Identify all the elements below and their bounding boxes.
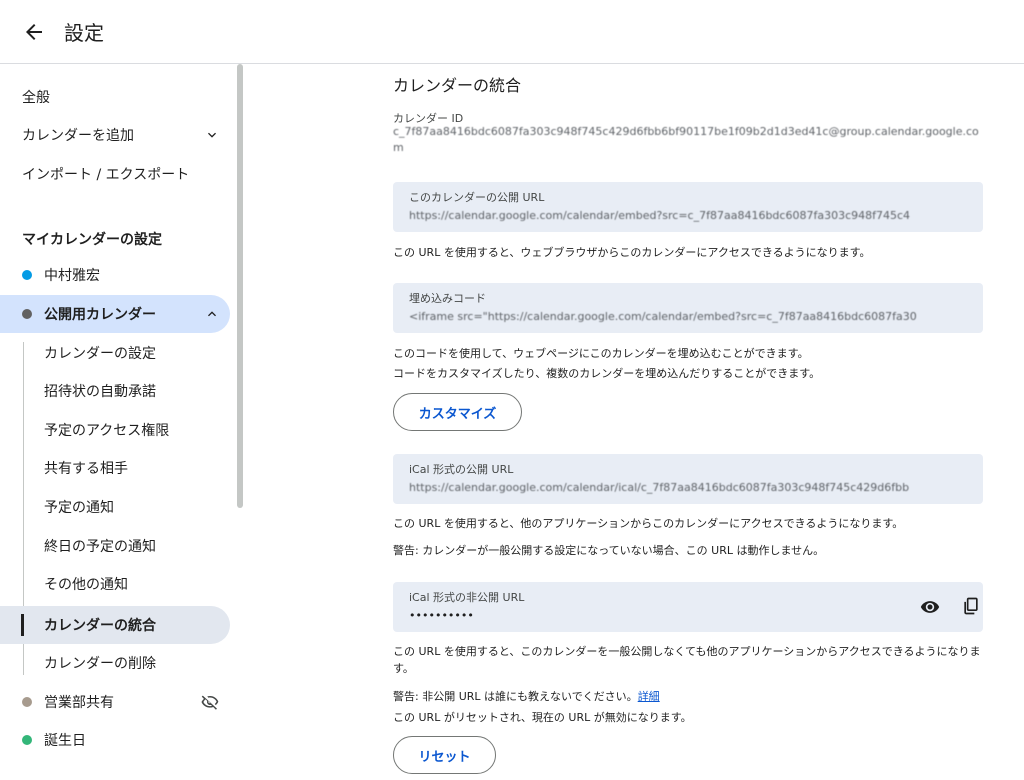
sidebar-item-add-calendar[interactable]: カレンダーを追加: [0, 116, 230, 154]
calendar-color-dot: [22, 309, 32, 319]
eye-icon[interactable]: [920, 597, 940, 617]
calendar-id-value: c_7f87aa8416bdc6087fa303c948f745c429d6fb…: [393, 125, 979, 154]
sidebar-subitem-calendar-settings[interactable]: カレンダーの設定: [0, 334, 230, 372]
sidebar-item-label: カレンダーの統合: [44, 618, 156, 634]
ical-public-url-description: この URL を使用すると、他のアプリケーションからこのカレンダーにアクセスでき…: [393, 517, 904, 530]
sidebar-calendar-sales-shared[interactable]: 営業部共有: [0, 683, 230, 721]
ical-public-url-label: iCal 形式の公開 URL: [409, 463, 514, 476]
ical-private-url-field[interactable]: iCal 形式の非公開 URL ••••••••••: [393, 582, 983, 632]
sidebar-item-label: カレンダーの削除: [44, 656, 156, 672]
sidebar-calendar-nakamura[interactable]: 中村雅宏: [0, 256, 230, 294]
sidebar-item-label: インポート / エクスポート: [22, 167, 190, 183]
sidebar-scrollbar[interactable]: [237, 64, 243, 508]
sidebar-subitem-event-notifications[interactable]: 予定の通知: [0, 488, 230, 526]
sidebar-item-general[interactable]: 全般: [0, 78, 230, 116]
copy-icon[interactable]: [961, 596, 981, 616]
current-indicator: [21, 614, 24, 636]
embed-code-description: このコードを使用して、ウェブページにこのカレンダーを埋め込むことができます。: [393, 347, 809, 360]
sidebar-item-import-export[interactable]: インポート / エクスポート: [0, 155, 230, 193]
ical-public-url-warning: 警告: カレンダーが一般公開する設定になっていない場合、この URL は動作しま…: [393, 544, 825, 557]
sidebar-item-label: 終日の予定の通知: [44, 539, 156, 555]
sidebar-calendar-public[interactable]: 公開用カレンダー: [0, 295, 230, 333]
chevron-up-icon: [208, 311, 216, 317]
sidebar-item-label: 全般: [22, 90, 50, 106]
embed-code-label: 埋め込みコード: [409, 292, 486, 305]
ical-public-url-field[interactable]: iCal 形式の公開 URL https://calendar.google.c…: [393, 454, 983, 504]
public-url-label: このカレンダーの公開 URL: [409, 191, 545, 204]
sidebar-subitem-other-notifications[interactable]: その他の通知: [0, 565, 230, 603]
sidebar-item-label: 共有する相手: [44, 461, 128, 477]
my-calendars-header: マイカレンダーの設定: [22, 232, 162, 248]
public-url-description: この URL を使用すると、ウェブブラウザからこのカレンダーにアクセスできるよう…: [393, 246, 871, 259]
eye-off-icon[interactable]: [201, 693, 219, 711]
reset-button[interactable]: リセット: [393, 736, 496, 774]
sidebar-item-label: カレンダーの設定: [44, 346, 156, 362]
sidebar-subitem-auto-accept[interactable]: 招待状の自動承諾: [0, 372, 230, 410]
sidebar-subitem-allday-notifications[interactable]: 終日の予定の通知: [0, 527, 230, 565]
sidebar-subitem-share-with[interactable]: 共有する相手: [0, 449, 230, 487]
ical-private-url-label: iCal 形式の非公開 URL: [409, 591, 525, 604]
page-title: 設定: [64, 21, 104, 45]
customize-button[interactable]: カスタマイズ: [393, 393, 522, 431]
sidebar-subitem-delete-calendar[interactable]: カレンダーの削除: [0, 644, 230, 682]
sidebar-subitem-integrate-calendar[interactable]: カレンダーの統合: [0, 606, 230, 644]
reset-note: この URL がリセットされ、現在の URL が無効になります。: [393, 711, 692, 724]
sidebar-item-label: 営業部共有: [44, 695, 114, 711]
sidebar-item-label: 中村雅宏: [44, 268, 100, 284]
sidebar-item-label: 誕生日: [44, 733, 86, 749]
section-heading: カレンダーの統合: [393, 76, 522, 95]
details-link[interactable]: 詳細: [638, 690, 660, 703]
sidebar-item-label: 予定のアクセス権限: [44, 423, 170, 439]
embed-code-value: <iframe src="https://calendar.google.com…: [409, 310, 917, 323]
sidebar-item-label: カレンダーを追加: [22, 128, 134, 144]
calendar-color-dot: [22, 735, 32, 745]
ical-private-url-warning: 警告: 非公開 URL は誰にも教えないでください。詳細: [393, 688, 988, 705]
embed-code-field[interactable]: 埋め込みコード <iframe src="https://calendar.go…: [393, 283, 983, 333]
calendar-color-dot: [22, 270, 32, 280]
ical-private-url-warning-text: 警告: 非公開 URL は誰にも教えないでください。: [393, 690, 638, 703]
chevron-down-icon: [208, 132, 216, 138]
sidebar-calendar-birthdays[interactable]: 誕生日: [0, 721, 230, 759]
sidebar-subitem-access-permissions[interactable]: 予定のアクセス権限: [0, 411, 230, 449]
calendar-color-dot: [22, 697, 32, 707]
sidebar-item-label: 公開用カレンダー: [44, 307, 156, 323]
ical-public-url-value: https://calendar.google.com/calendar/ica…: [409, 481, 910, 494]
public-url-field[interactable]: このカレンダーの公開 URL https://calendar.google.c…: [393, 182, 983, 232]
ical-private-url-description: この URL を使用すると、このカレンダーを一般公開しなくても他のアプリケーショ…: [393, 645, 981, 675]
back-arrow-icon[interactable]: [22, 20, 46, 44]
sidebar-item-label: 招待状の自動承諾: [44, 384, 156, 400]
embed-code-description-2: コードをカスタマイズしたり、複数のカレンダーを埋め込んだりすることができます。: [393, 367, 821, 380]
app-header: 設定: [0, 0, 1024, 64]
sidebar-item-label: 予定の通知: [44, 500, 114, 516]
public-url-value: https://calendar.google.com/calendar/emb…: [409, 209, 911, 222]
sidebar-item-label: その他の通知: [44, 577, 128, 593]
ical-private-url-value: ••••••••••: [409, 609, 474, 622]
